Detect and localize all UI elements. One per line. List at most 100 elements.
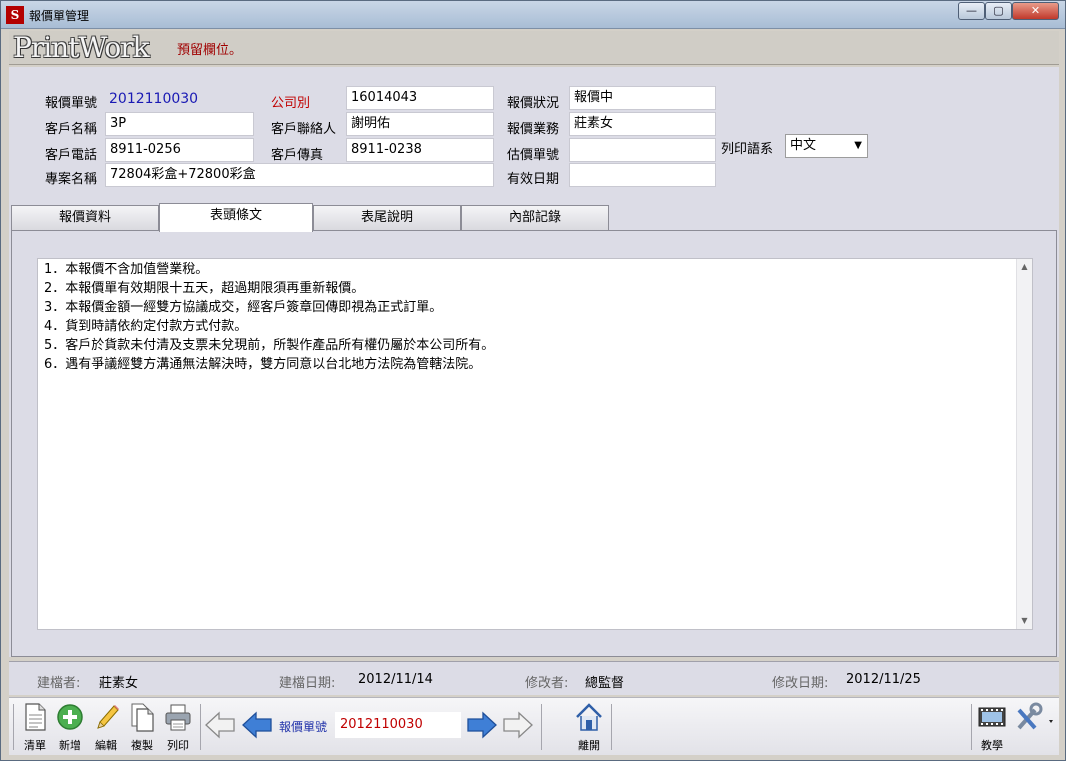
modifier-value: 總監督 xyxy=(585,676,625,691)
tab-quote-info[interactable]: 報價資料 xyxy=(11,205,159,231)
terms-line: 1．本報價不含加值營業稅。 xyxy=(44,262,209,277)
home-icon xyxy=(576,703,602,731)
edit-label: 編輯 xyxy=(95,739,117,752)
terms-line: 4．貨到時請依約定付款方式付款。 xyxy=(44,319,248,334)
terms-line: 2．本報價單有效期限十五天，超過期限須再重新報價。 xyxy=(44,281,365,296)
arrow-right-icon xyxy=(467,711,497,739)
modifier-label: 修改者: xyxy=(525,676,569,691)
tab-footer-notes[interactable]: 表尾說明 xyxy=(313,205,461,231)
arrow-left-outline-icon xyxy=(205,711,235,739)
estimate-no-label: 估價單號 xyxy=(507,148,560,163)
created-date-label: 建檔日期: xyxy=(279,676,336,691)
nav-quote-no-field[interactable]: 2012110030 xyxy=(335,712,461,738)
printer-icon xyxy=(165,704,191,731)
header-band: PrintWork 預留欄位。 xyxy=(9,31,1059,65)
print-button[interactable]: 列印 xyxy=(161,702,195,752)
copy-button[interactable]: 複製 xyxy=(125,702,159,752)
bottom-toolbar: 清單 新增 編輯 複製 列印 報價單號 2012110030 離開 教學 xyxy=(9,697,1059,755)
app-icon: S xyxy=(6,6,24,24)
print-lang-select[interactable]: 中文 ▼ xyxy=(785,134,868,158)
edit-button[interactable]: 編輯 xyxy=(89,702,123,752)
terms-line: 3．本報價金額一經雙方協議成交，經客戶簽章回傳即視為正式訂單。 xyxy=(44,300,443,315)
status-field[interactable]: 報價中 xyxy=(569,86,716,110)
customer-name-label: 客戶名稱 xyxy=(45,122,98,137)
created-date-value: 2012/11/14 xyxy=(358,672,433,687)
header-note: 預留欄位。 xyxy=(177,43,243,58)
fax-field[interactable]: 8911-0238 xyxy=(346,138,494,162)
tab-internal-records[interactable]: 內部記錄 xyxy=(461,205,609,231)
next-record-button[interactable] xyxy=(465,710,499,742)
phone-field[interactable]: 8911-0256 xyxy=(105,138,254,162)
contact-field[interactable]: 謝明佑 xyxy=(346,112,494,136)
exit-label: 離開 xyxy=(578,739,600,752)
terms-textarea[interactable]: 1．本報價不含加值營業稅。 2．本報價單有效期限十五天，超過期限須再重新報價。 … xyxy=(37,258,1033,630)
printwork-logo: PrintWork xyxy=(13,31,150,64)
plus-circle-icon xyxy=(57,704,83,730)
print-label: 列印 xyxy=(167,739,189,752)
arrow-right-outline-icon xyxy=(503,711,533,739)
scroll-up-icon[interactable]: ▲ xyxy=(1017,259,1032,275)
close-button[interactable]: ✕ xyxy=(1012,2,1059,20)
form-area: 報價單號 2012110030 公司別 16014043 報價狀況 報價中 客戶… xyxy=(9,67,1059,657)
print-lang-label: 列印語系 xyxy=(721,142,774,157)
tab-header-terms[interactable]: 表頭條文 xyxy=(159,203,313,232)
copy-label: 複製 xyxy=(131,739,153,752)
project-label: 專案名稱 xyxy=(45,172,98,187)
tutorial-button[interactable]: 教學 xyxy=(975,702,1009,752)
modified-date-label: 修改日期: xyxy=(772,676,829,691)
copy-document-icon xyxy=(131,703,154,732)
tools-icon xyxy=(1017,702,1053,730)
terms-line: 6．遇有爭議經雙方溝通無法解決時，雙方同意以台北地方法院為管轄法院。 xyxy=(44,357,482,372)
previous-record-button[interactable] xyxy=(203,710,237,742)
quote-no-value: 2012110030 xyxy=(109,91,199,107)
modified-date-value: 2012/11/25 xyxy=(846,672,921,687)
sales-field[interactable]: 莊素女 xyxy=(569,112,716,136)
valid-date-label: 有效日期 xyxy=(507,172,560,187)
nav-quote-no-label: 報價單號 xyxy=(279,720,328,734)
last-record-button[interactable] xyxy=(501,710,535,742)
terms-scrollbar[interactable]: ▲ ▼ xyxy=(1016,259,1032,629)
estimate-no-field[interactable] xyxy=(569,138,716,162)
phone-label: 客戶電話 xyxy=(45,148,98,163)
toolbar-separator xyxy=(541,704,542,750)
maximize-button[interactable]: ▢ xyxy=(985,2,1012,20)
toolbar-separator xyxy=(611,704,612,750)
list-label: 清單 xyxy=(24,739,46,752)
customer-name-field[interactable]: 3P xyxy=(105,112,254,136)
fax-label: 客戶傳真 xyxy=(271,148,324,163)
scroll-down-icon[interactable]: ▼ xyxy=(1017,613,1032,629)
pencil-icon xyxy=(97,705,119,729)
film-icon xyxy=(978,707,1006,727)
company-field[interactable]: 16014043 xyxy=(346,86,494,110)
print-lang-value: 中文 xyxy=(790,138,817,153)
document-list-icon xyxy=(25,703,46,731)
tab-panel: 1．本報價不含加值營業稅。 2．本報價單有效期限十五天，超過期限須再重新報價。 … xyxy=(11,230,1057,657)
chevron-down-icon: ▼ xyxy=(854,140,862,151)
sales-label: 報價業務 xyxy=(507,122,560,137)
first-record-button[interactable] xyxy=(240,710,274,742)
arrow-left-icon xyxy=(242,711,272,739)
add-button[interactable]: 新增 xyxy=(53,702,87,752)
status-label: 報價狀況 xyxy=(507,96,560,111)
minimize-button[interactable]: — xyxy=(958,2,985,20)
terms-line: 5．客戶於貨款未付清及支票未兌現前，所製作產品所有權仍屬於本公司所有。 xyxy=(44,338,495,353)
company-label: 公司別 xyxy=(271,96,311,111)
tutorial-label: 教學 xyxy=(981,739,1003,752)
project-field[interactable]: 72804彩盒+72800彩盒 xyxy=(105,163,494,187)
exit-button[interactable]: 離開 xyxy=(572,702,606,752)
window-title: 報價單管理 xyxy=(29,9,90,23)
quote-no-label: 報價單號 xyxy=(45,96,98,111)
creator-value: 莊素女 xyxy=(99,676,139,691)
toolbar-separator xyxy=(971,704,972,750)
tools-menu-button[interactable] xyxy=(1013,702,1055,752)
toolbar-separator xyxy=(13,704,14,750)
contact-label: 客戶聯絡人 xyxy=(271,122,337,137)
record-info-bar: 建檔者: 莊素女 建檔日期: 2012/11/14 修改者: 總監督 修改日期:… xyxy=(9,661,1059,695)
title-bar[interactable]: S 報價單管理 — ▢ ✕ xyxy=(1,1,1065,29)
main-window: S 報價單管理 — ▢ ✕ PrintWork 預留欄位。 報價單號 20121… xyxy=(0,0,1066,761)
add-label: 新增 xyxy=(59,739,81,752)
list-button[interactable]: 清單 xyxy=(18,702,52,752)
valid-date-field[interactable] xyxy=(569,163,716,187)
toolbar-separator xyxy=(200,704,201,750)
creator-label: 建檔者: xyxy=(37,676,81,691)
